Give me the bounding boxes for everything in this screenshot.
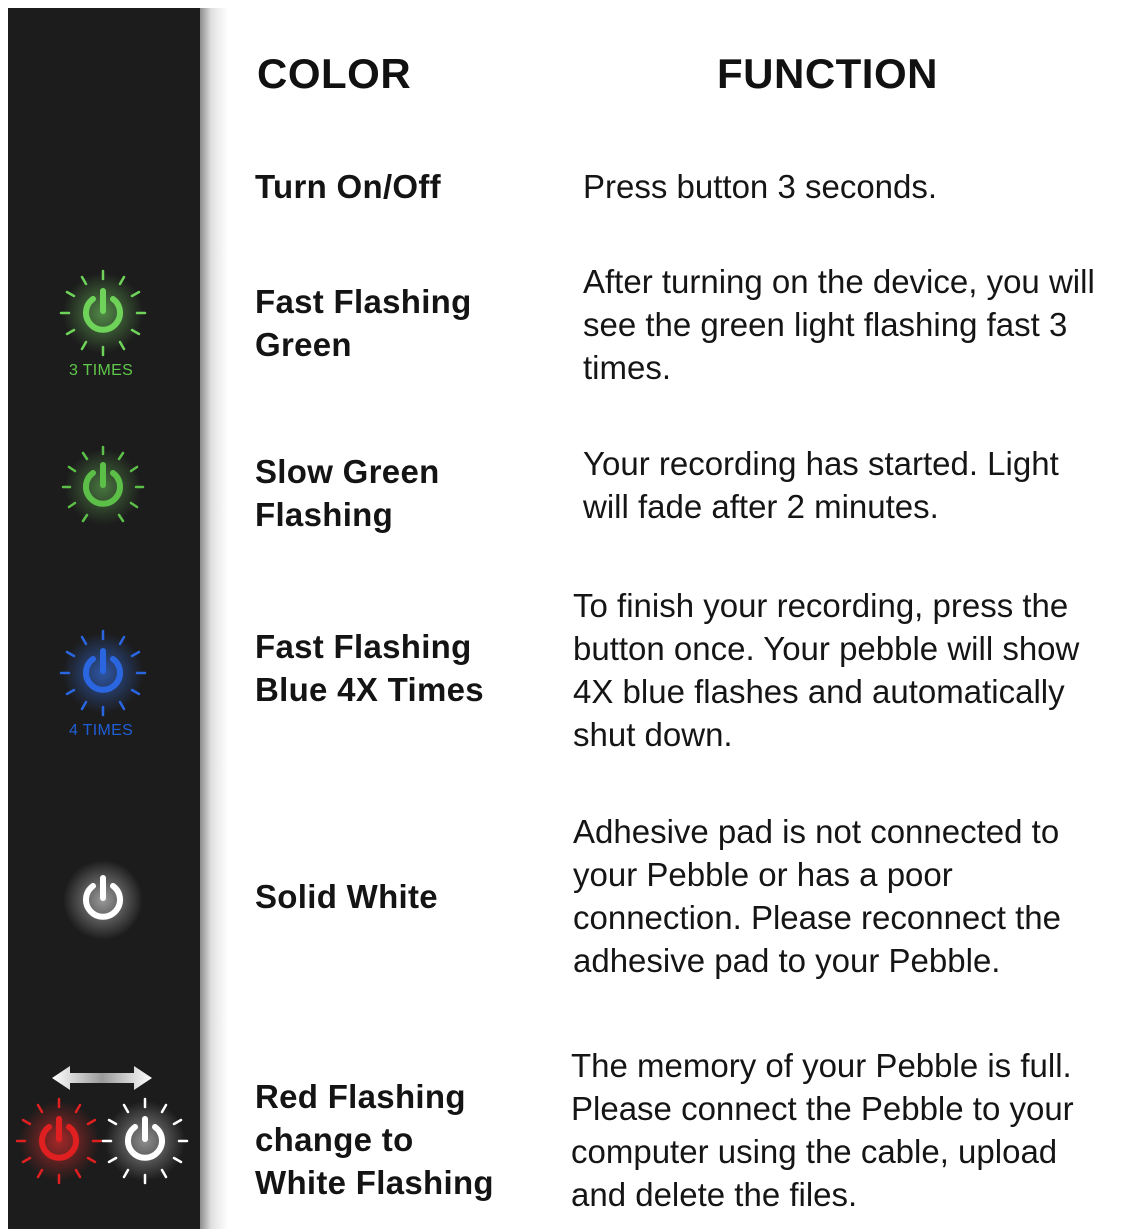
blue-power-rays-icon [58, 628, 148, 718]
caption-4-times: 4 TIMES [69, 722, 134, 739]
double-arrow-icon [52, 1065, 152, 1091]
white-power-icon [58, 855, 148, 945]
row-label-turn-on-off: Turn On/Off [255, 168, 441, 205]
sidebar-shadow [200, 8, 228, 1229]
row-desc-fast-flashing-green: After turning on the device, you will se… [583, 263, 1095, 386]
row-desc-red-white-flashing: The memory of your Pebble is full. Pleas… [571, 1047, 1074, 1213]
row-label-slow-green-flashing: Slow Green Flashing [255, 453, 440, 533]
white-power-rays-icon [100, 1096, 190, 1186]
row-label-fast-flashing-blue: Fast Flashing Blue 4X Times [255, 628, 484, 708]
column-header-function: FUNCTION [717, 50, 938, 97]
row-label-solid-white: Solid White [255, 878, 438, 915]
row-desc-solid-white: Adhesive pad is not connected to your Pe… [573, 813, 1061, 979]
row-desc-turn-on-off: Press button 3 seconds. [583, 168, 938, 205]
caption-3-times: 3 TIMES [69, 362, 134, 379]
row-label-red-white-flashing: Red Flashing change to White Flashing [255, 1078, 494, 1201]
green-power-rays-icon-slow [58, 442, 148, 532]
row-desc-slow-green-flashing: Your recording has started. Light will f… [583, 445, 1059, 525]
green-power-rays-icon [58, 268, 148, 358]
red-power-rays-icon [14, 1096, 104, 1186]
column-header-color: COLOR [257, 50, 412, 97]
row-desc-fast-flashing-blue: To finish your recording, press the butt… [573, 587, 1080, 753]
icon-sidebar [8, 8, 200, 1229]
row-label-fast-flashing-green: Fast Flashing Green [255, 283, 472, 363]
